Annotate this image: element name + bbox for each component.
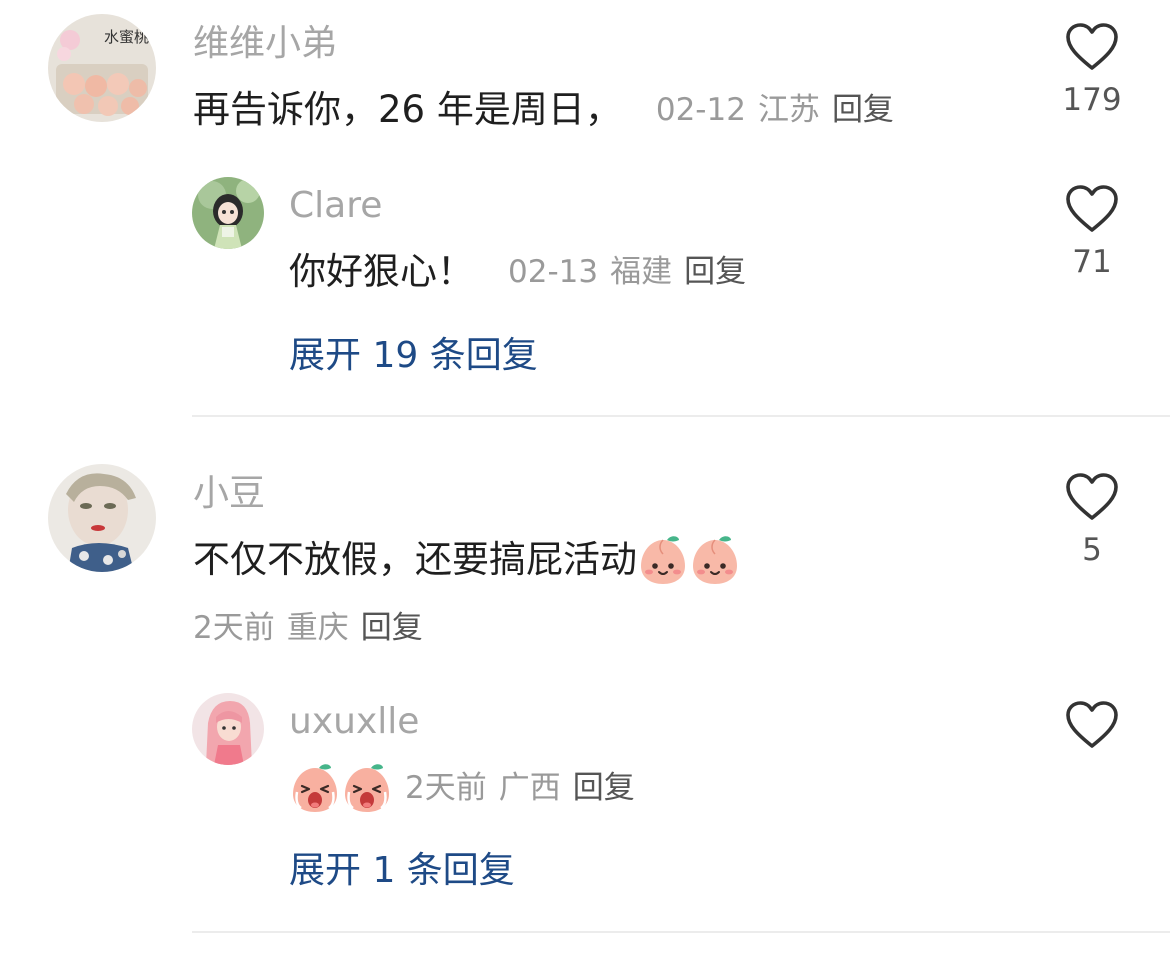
comment-date: 02-12	[655, 92, 746, 128]
heart-icon	[1066, 185, 1118, 232]
avatar[interactable]	[192, 693, 264, 765]
avatar[interactable]	[48, 464, 156, 572]
avatar[interactable]: 水蜜桃	[48, 14, 156, 122]
reply-date: 2天前	[405, 770, 487, 806]
expand-replies-link[interactable]: 展开 1 条回复	[289, 849, 515, 893]
peach-crying-emoji	[289, 762, 341, 814]
reply-date: 02-13	[508, 254, 599, 290]
reply-username[interactable]: uxuxlle	[289, 700, 419, 744]
reply-location: 广西	[498, 770, 561, 806]
like-button[interactable]: 179	[1062, 22, 1122, 118]
like-count: 179	[1062, 82, 1122, 118]
reply-button[interactable]: 回复	[684, 252, 746, 292]
comment-text: 不仅不放假，还要搞屁活动	[193, 538, 637, 581]
expand-replies-link[interactable]: 展开 19 条回复	[289, 334, 538, 378]
like-button[interactable]: 5	[1062, 472, 1122, 568]
avatar-text: 水蜜桃	[104, 28, 149, 46]
heart-icon	[1066, 473, 1118, 520]
peach-crying-emoji	[341, 762, 393, 814]
divider	[192, 931, 1170, 933]
avatar[interactable]	[192, 177, 264, 249]
reply-location: 福建	[610, 254, 673, 290]
like-button[interactable]	[1062, 700, 1122, 760]
peach-smile-emoji	[637, 534, 689, 586]
comment-date: 2天前	[193, 610, 275, 646]
reply-button[interactable]: 回复	[361, 608, 423, 648]
comment-location: 重庆	[286, 610, 349, 646]
divider	[192, 415, 1170, 417]
comment-username[interactable]: 维维小弟	[193, 22, 337, 66]
reply-button[interactable]: 回复	[573, 768, 635, 808]
comment-username[interactable]: 小豆	[193, 472, 265, 516]
like-count: 71	[1072, 244, 1112, 280]
reply-button[interactable]: 回复	[832, 90, 894, 130]
reply-username[interactable]: Clare	[289, 184, 382, 228]
heart-icon	[1066, 23, 1118, 70]
reply-text: 你好狠心！	[289, 250, 474, 293]
like-count: 5	[1082, 532, 1102, 568]
peach-smile-emoji	[689, 534, 741, 586]
comment-text: 再告诉你，26 年是周日，	[193, 88, 622, 131]
heart-icon	[1066, 701, 1118, 748]
comment-location: 江苏	[757, 92, 820, 128]
like-button[interactable]: 71	[1062, 184, 1122, 280]
